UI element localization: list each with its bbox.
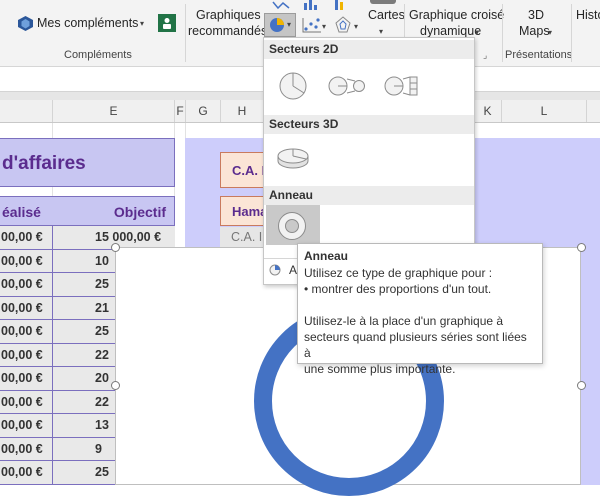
tooltip-line: Utilisez ce type de graphique pour : bbox=[304, 266, 493, 280]
header-realise: éalisé bbox=[2, 204, 41, 220]
recommended-charts-line1: Graphiques bbox=[196, 8, 261, 22]
realise-cell[interactable]: 00,00 € bbox=[0, 273, 52, 297]
maps-icon bbox=[370, 0, 396, 4]
pie-chart-icon bbox=[270, 18, 284, 32]
radar-caret-icon[interactable]: ▾ bbox=[354, 22, 358, 31]
section-header-2d: Secteurs 2D bbox=[264, 40, 474, 59]
addins-icon bbox=[18, 16, 33, 31]
table-title-cell[interactable]: d'affaires bbox=[0, 138, 175, 187]
addins-caret-icon[interactable]: ▾ bbox=[140, 19, 144, 28]
history-label[interactable]: Histo bbox=[576, 8, 600, 22]
ribbon-separator bbox=[571, 4, 572, 62]
tooltip-line: • montrer des proportions d'un tout. bbox=[304, 282, 492, 296]
column-header-f[interactable]: F bbox=[175, 100, 186, 122]
realise-cell[interactable]: 00,00 € bbox=[0, 391, 52, 414]
column-header-e[interactable]: E bbox=[53, 100, 175, 122]
realise-cell[interactable]: 00,00 € bbox=[0, 438, 52, 461]
addins-button[interactable]: Mes compléments ▾ bbox=[16, 13, 156, 35]
chart-resize-handle[interactable] bbox=[577, 381, 586, 390]
column-header-g[interactable]: G bbox=[186, 100, 221, 122]
tooltip-spacer bbox=[304, 297, 536, 313]
maps-label: Cartes bbox=[368, 8, 405, 22]
tours-group-label: Présentations bbox=[505, 49, 573, 61]
radar-chart-icon[interactable] bbox=[334, 16, 352, 34]
section-header-donut: Anneau bbox=[264, 186, 474, 205]
column-header-h[interactable]: H bbox=[221, 100, 264, 122]
realise-cell[interactable]: 00,00 € bbox=[0, 297, 52, 320]
column-header-d[interactable] bbox=[0, 100, 53, 122]
tooltip-line: secteurs quand plusieurs séries sont lié… bbox=[304, 330, 527, 360]
donut-tooltip: Anneau Utilisez ce type de graphique pou… bbox=[297, 243, 543, 376]
pivot-chart-caret-icon: ▾ bbox=[475, 28, 480, 37]
pie-chart-button[interactable]: ▾ bbox=[264, 13, 296, 37]
column-header-l[interactable]: L bbox=[502, 100, 587, 122]
recommended-charts-button[interactable]: Graphiques recommandés bbox=[186, 6, 268, 40]
maps-button[interactable]: Cartes bbox=[364, 0, 405, 26]
realise-cell[interactable]: 00,00 € bbox=[0, 226, 52, 250]
pivot-chart-button[interactable]: Graphique croisé dynamique ▾ bbox=[405, 6, 505, 40]
table-row[interactable]: 00,00 €15 000,00 € bbox=[0, 226, 175, 250]
3d-maps-button[interactable]: 3D Maps ▾ bbox=[512, 6, 558, 40]
donut-option[interactable] bbox=[266, 205, 320, 245]
chart-resize-handle[interactable] bbox=[577, 243, 586, 252]
chart-resize-handle[interactable] bbox=[111, 243, 120, 252]
more-pie-charts-label[interactable]: A bbox=[289, 263, 297, 277]
scatter-chart-icon[interactable] bbox=[302, 17, 322, 33]
pivot-chart-line2: dynamique bbox=[420, 24, 482, 38]
tooltip-title: Anneau bbox=[304, 249, 349, 263]
table-title: d'affaires bbox=[2, 153, 86, 174]
more-pie-charts-icon[interactable] bbox=[269, 264, 281, 276]
scatter-caret-icon[interactable]: ▾ bbox=[322, 22, 326, 31]
addins-group-label: Compléments bbox=[64, 49, 132, 61]
ribbon-separator bbox=[502, 4, 503, 62]
tooltip-line: Utilisez-le à la place d'un graphique à bbox=[304, 314, 504, 328]
header-objectif: Objectif bbox=[113, 204, 166, 220]
realise-cell[interactable]: 00,00 € bbox=[0, 367, 52, 391]
3d-maps-line2: Maps bbox=[519, 24, 550, 38]
realise-cell[interactable]: 00,00 € bbox=[0, 461, 52, 485]
pie-2d-icon[interactable] bbox=[278, 71, 308, 101]
table-header-row[interactable]: éalisé Objectif bbox=[0, 196, 175, 226]
3d-maps-line1: 3D bbox=[528, 8, 544, 22]
maps-caret-icon[interactable]: ▾ bbox=[379, 27, 383, 36]
pie-3d-icon[interactable] bbox=[276, 146, 310, 170]
column-chart-icon[interactable] bbox=[303, 0, 321, 10]
addins-label: Mes compléments bbox=[37, 16, 139, 30]
people-graph-icon[interactable] bbox=[158, 14, 176, 32]
tooltip-line: une somme plus importante. bbox=[304, 362, 456, 376]
pie-chart-caret-icon: ▾ bbox=[287, 20, 292, 29]
realise-cell[interactable]: 00,00 € bbox=[0, 320, 52, 344]
pivot-chart-line1: Graphique croisé bbox=[409, 8, 505, 22]
column-header-k[interactable]: K bbox=[474, 100, 502, 122]
chart-resize-handle[interactable] bbox=[111, 381, 120, 390]
bar-chart-icon[interactable] bbox=[334, 0, 350, 10]
section-header-3d: Secteurs 3D bbox=[264, 115, 474, 134]
realise-cell[interactable]: 00,00 € bbox=[0, 250, 52, 273]
realise-cell[interactable]: 00,00 € bbox=[0, 414, 52, 438]
dialog-launcher-icon[interactable]: ⌟ bbox=[483, 50, 487, 61]
recommended-charts-line2: recommandés bbox=[188, 24, 268, 38]
bar-of-pie-icon[interactable] bbox=[384, 75, 420, 97]
line-chart-icon[interactable] bbox=[272, 0, 292, 10]
pie-of-pie-icon[interactable] bbox=[328, 75, 366, 97]
realise-cell[interactable]: 00,00 € bbox=[0, 344, 52, 367]
3d-maps-caret-icon: ▾ bbox=[548, 28, 553, 37]
donut-icon bbox=[278, 212, 306, 240]
